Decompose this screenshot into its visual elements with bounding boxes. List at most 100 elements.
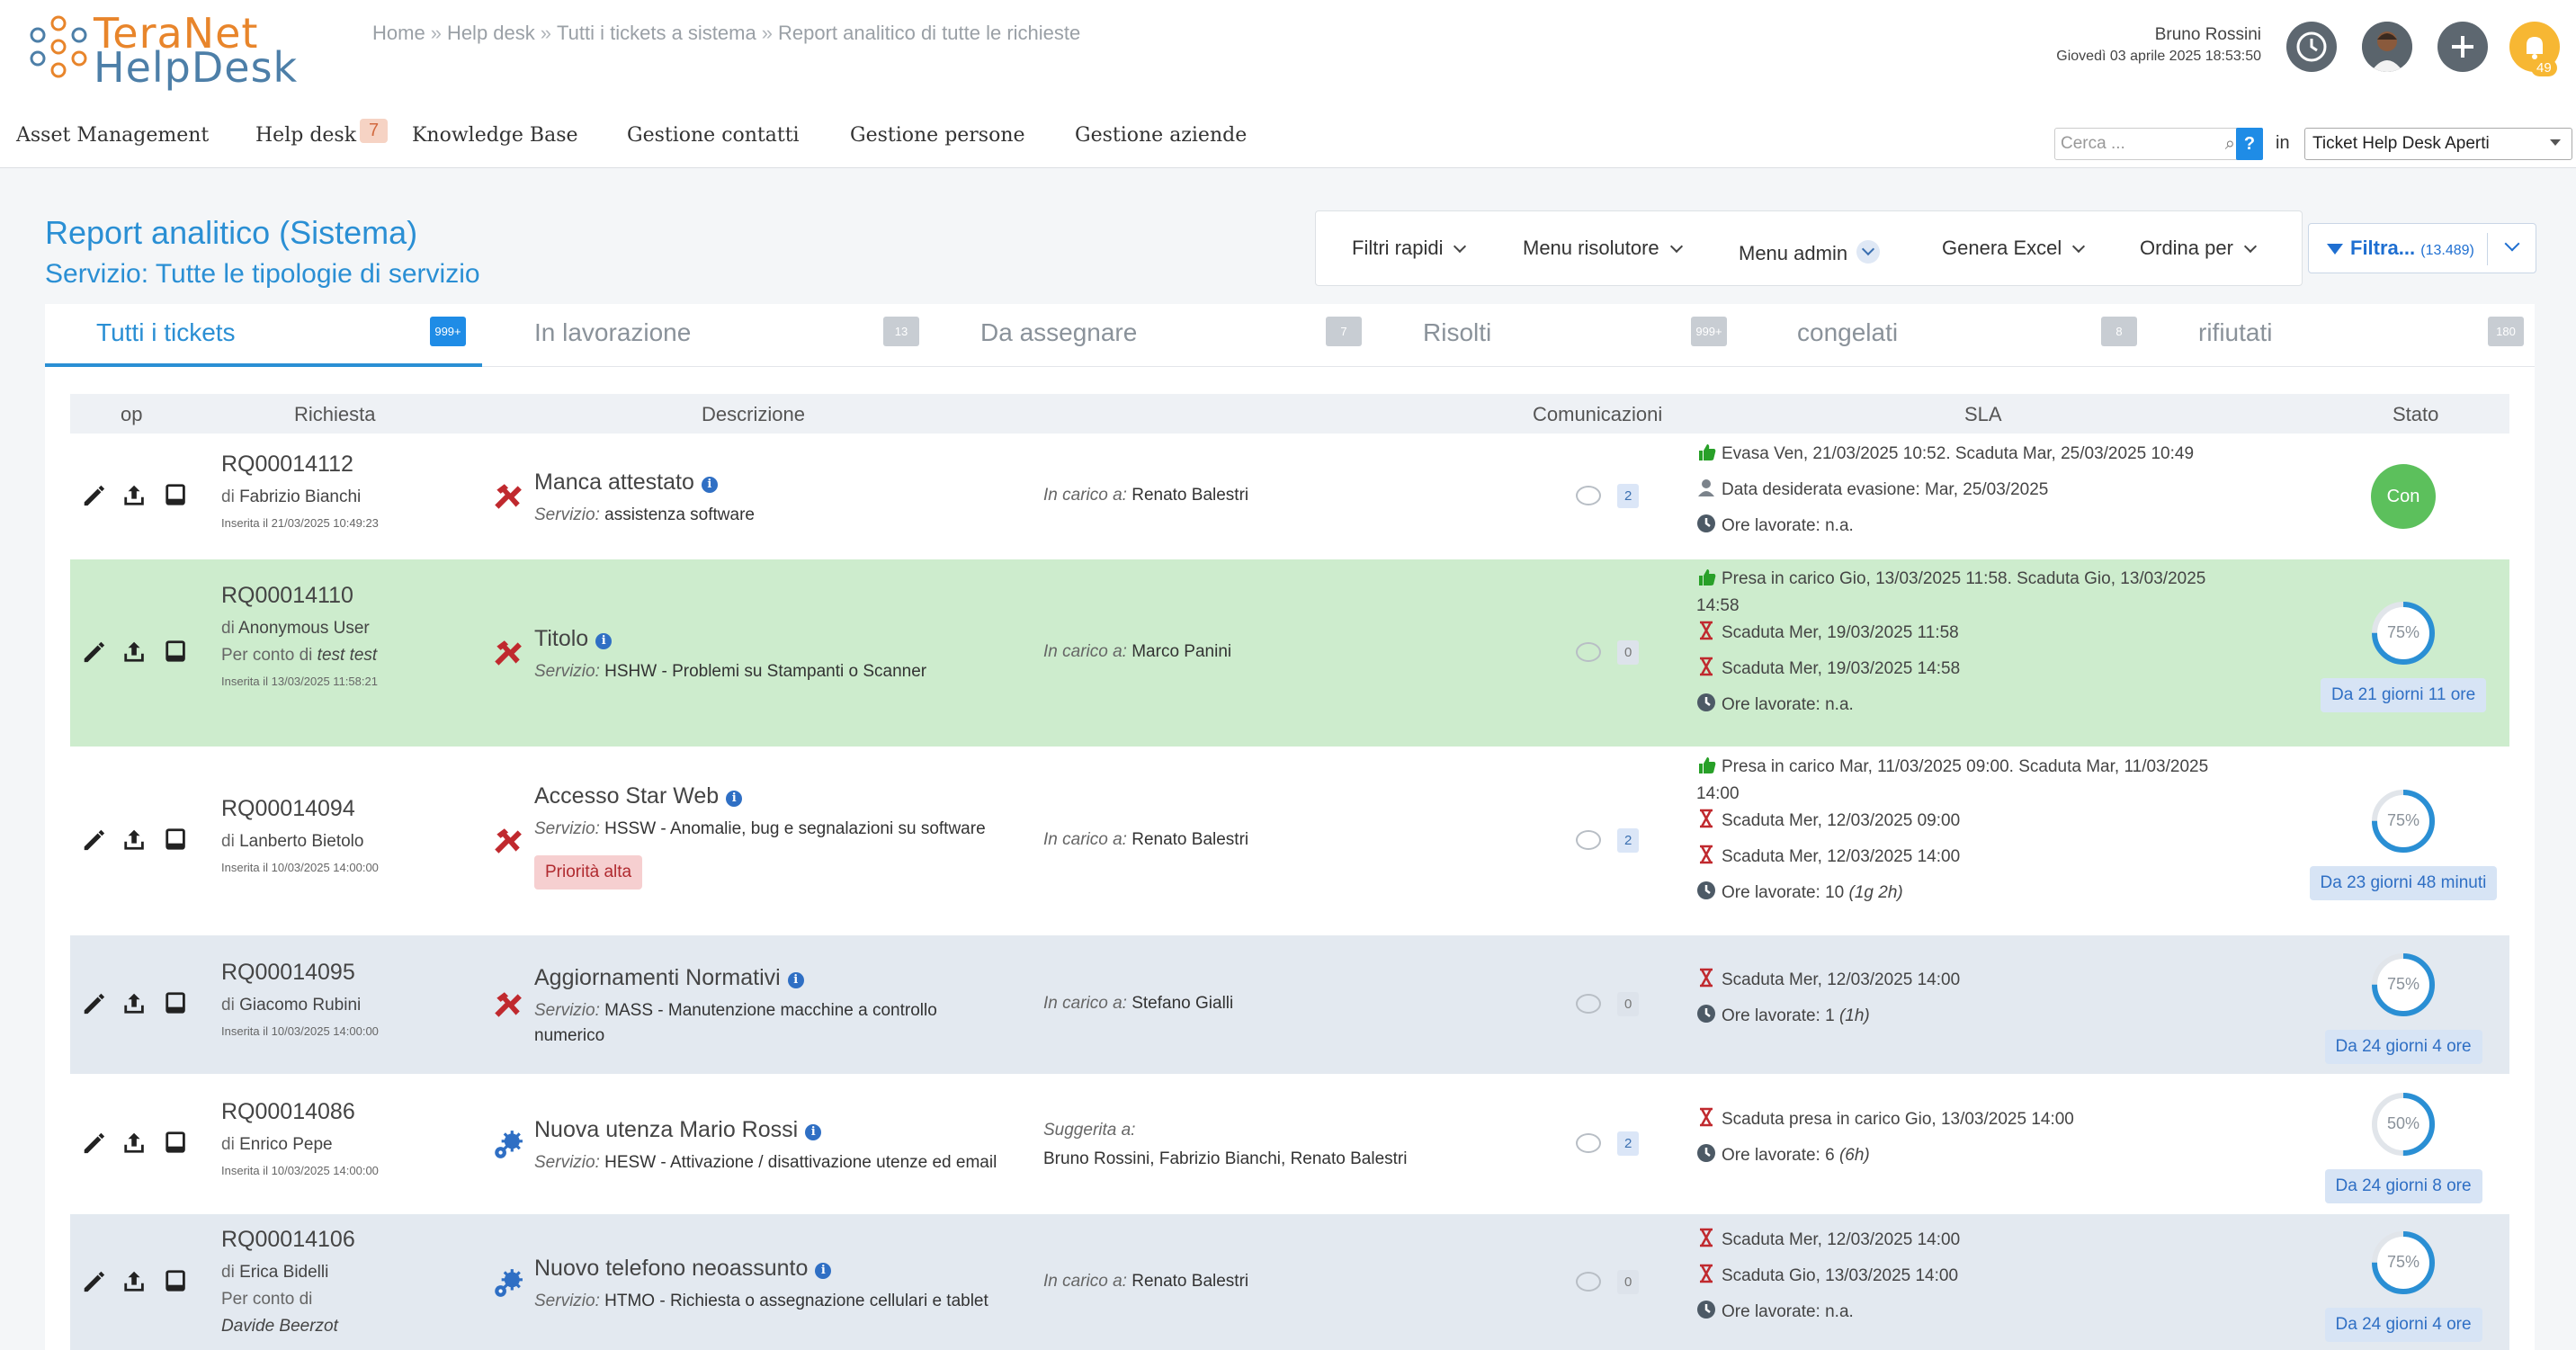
table-row[interactable]: RQ00014086 di Enrico Pepe Inserita il 10/0… — [70, 1074, 2509, 1214]
info-icon[interactable]: i — [815, 1262, 832, 1279]
request-on-behalf: Per conto di test test — [221, 646, 378, 665]
comment-count: 2 — [1617, 1131, 1640, 1156]
notification-count: 49 — [2531, 59, 2557, 76]
view-icon[interactable] — [164, 1268, 189, 1293]
col-sla: SLA — [1964, 403, 2002, 425]
nav-gestione-persone[interactable]: Gestione persone — [850, 124, 1025, 147]
ticket-title[interactable]: Aggiornamenti Normativi i — [534, 965, 804, 991]
communications[interactable]: 2 — [1576, 828, 1648, 855]
edit-icon[interactable] — [81, 482, 106, 507]
person-icon — [1696, 478, 1716, 497]
upload-icon[interactable] — [122, 482, 148, 507]
view-icon[interactable] — [164, 827, 189, 852]
search-input[interactable]: Cerca ... ⌕ — [2054, 128, 2243, 160]
row-actions — [81, 990, 189, 1015]
menu-admin-menu[interactable]: Menu admin — [1739, 237, 1881, 265]
communications[interactable]: 0 — [1576, 640, 1648, 667]
chevron-down-icon[interactable] — [2504, 236, 2520, 252]
due-badge: Da 24 giorni 4 ore — [2324, 1307, 2482, 1342]
communications[interactable]: 2 — [1576, 484, 1648, 511]
info-icon[interactable]: i — [726, 791, 743, 807]
info-icon[interactable]: i — [595, 633, 613, 649]
chevron-down-icon — [1453, 239, 1467, 254]
table-row[interactable]: RQ00014106 di Erica Bidelli Per conto di Da… — [70, 1214, 2509, 1350]
help-button[interactable]: ? — [2236, 128, 2263, 160]
table-row[interactable]: RQ00014112 di Fabrizio Bianchi Inserita il… — [70, 434, 2509, 559]
upload-icon[interactable] — [122, 639, 148, 664]
tab-rifiutati[interactable]: rifiutati 180 — [2164, 304, 2535, 367]
communications[interactable]: 0 — [1576, 992, 1648, 1019]
communications[interactable]: 0 — [1576, 1269, 1648, 1297]
thumbs-up-icon — [1696, 442, 1716, 461]
request-id[interactable]: RQ00014095 — [221, 960, 355, 986]
search-scope-select[interactable]: Ticket Help Desk Aperti — [2304, 128, 2572, 160]
tab-risolti[interactable]: Risolti 999+ — [1364, 304, 1768, 367]
breadcrumb-helpdesk[interactable]: Help desk — [447, 22, 535, 44]
edit-icon[interactable] — [81, 639, 106, 664]
genera-excel-menu[interactable]: Genera Excel — [1942, 237, 2086, 260]
filter-button[interactable]: Filtra... (13.489) — [2308, 223, 2536, 273]
col-richiesta[interactable]: Richiesta — [294, 403, 375, 426]
nav-gestione-contatti[interactable]: Gestione contatti — [627, 124, 800, 147]
info-icon[interactable]: i — [805, 1124, 822, 1140]
sla-line: Scaduta presa in carico Gio, 13/03/2025 … — [1696, 1107, 2074, 1130]
upload-icon[interactable] — [122, 827, 148, 852]
request-id[interactable]: RQ00014106 — [221, 1227, 355, 1253]
table-row[interactable]: RQ00014110 di Anonymous User Per conto di … — [70, 559, 2509, 747]
table-row[interactable]: RQ00014095 di Giacomo Rubini Inserita il 1… — [70, 935, 2509, 1074]
edit-icon[interactable] — [81, 990, 106, 1015]
sla-line: Ore lavorate: n.a. — [1695, 692, 1854, 715]
view-icon[interactable] — [164, 482, 189, 507]
upload-icon[interactable] — [122, 1268, 148, 1293]
gears-icon — [491, 1128, 524, 1160]
info-icon[interactable]: i — [787, 972, 804, 988]
hourglass-icon — [1696, 657, 1716, 676]
tab-da-assegnare[interactable]: Da assegnare 7 — [923, 304, 1364, 367]
table-row[interactable]: RQ00014094 di Lanberto Bietolo Inserita il… — [70, 747, 2509, 935]
edit-icon[interactable] — [81, 1130, 106, 1155]
ticket-title[interactable]: Manca attestato i — [534, 469, 718, 496]
request-id[interactable]: RQ00014110 — [221, 583, 353, 609]
request-inserted-date: Inserita il 10/03/2025 14:00:00 — [221, 1024, 379, 1038]
nav-knowledge-base[interactable]: Knowledge Base — [412, 124, 578, 147]
info-icon[interactable]: i — [701, 477, 718, 493]
nav-gestione-aziende[interactable]: Gestione aziende — [1075, 124, 1247, 147]
view-icon[interactable] — [164, 1130, 189, 1155]
filtri-rapidi-menu[interactable]: Filtri rapidi — [1352, 237, 1467, 260]
upload-icon[interactable] — [122, 1130, 148, 1155]
request-id[interactable]: RQ00014112 — [221, 451, 353, 478]
search-icon[interactable]: ⌕ — [2225, 134, 2235, 155]
request-id[interactable]: RQ00014086 — [221, 1099, 355, 1125]
add-icon[interactable] — [2437, 22, 2488, 72]
menu-risolutore-label: Menu risolutore — [1523, 237, 1659, 259]
tab-bar: Tutti i tickets 999+ In lavorazione 13 D… — [45, 304, 2535, 367]
hourglass-icon — [1696, 1107, 1716, 1127]
col-descrizione[interactable]: Descrizione — [702, 403, 805, 426]
request-id[interactable]: RQ00014094 — [221, 796, 355, 822]
edit-icon[interactable] — [81, 827, 106, 852]
breadcrumb-all-tickets[interactable]: Tutti i tickets a sistema — [557, 22, 756, 44]
clock-icon — [1695, 1142, 1717, 1164]
ticket-title[interactable]: Nuova utenza Mario Rossi i — [534, 1117, 822, 1143]
comment-icon — [1576, 1271, 1601, 1292]
logo[interactable]: TeraNet HelpDesk — [27, 7, 324, 92]
ticket-title[interactable]: Titolo i — [534, 626, 613, 652]
clock-icon[interactable] — [2286, 22, 2337, 72]
nav-help-desk[interactable]: Help desk — [255, 124, 356, 147]
breadcrumb-home[interactable]: Home — [372, 22, 425, 44]
tab-in-lavorazione[interactable]: In lavorazione 13 — [482, 304, 923, 367]
nav-asset-management[interactable]: Asset Management — [16, 124, 209, 147]
tab-congelati[interactable]: congelati 8 — [1768, 304, 2164, 367]
upload-icon[interactable] — [122, 990, 148, 1015]
tab-badge: 7 — [1326, 317, 1362, 346]
ordina-per-menu[interactable]: Ordina per — [2140, 237, 2258, 260]
ticket-title[interactable]: Accesso Star Web i — [534, 783, 743, 809]
ticket-title[interactable]: Nuovo telefono neoassunto i — [534, 1256, 832, 1282]
view-icon[interactable] — [164, 990, 189, 1015]
communications[interactable]: 2 — [1576, 1131, 1648, 1158]
tab-tutti-i-tickets[interactable]: Tutti i tickets 999+ — [45, 304, 482, 367]
edit-icon[interactable] — [81, 1268, 106, 1293]
menu-risolutore-menu[interactable]: Menu risolutore — [1523, 237, 1683, 260]
view-icon[interactable] — [164, 639, 189, 664]
avatar[interactable] — [2362, 22, 2412, 72]
